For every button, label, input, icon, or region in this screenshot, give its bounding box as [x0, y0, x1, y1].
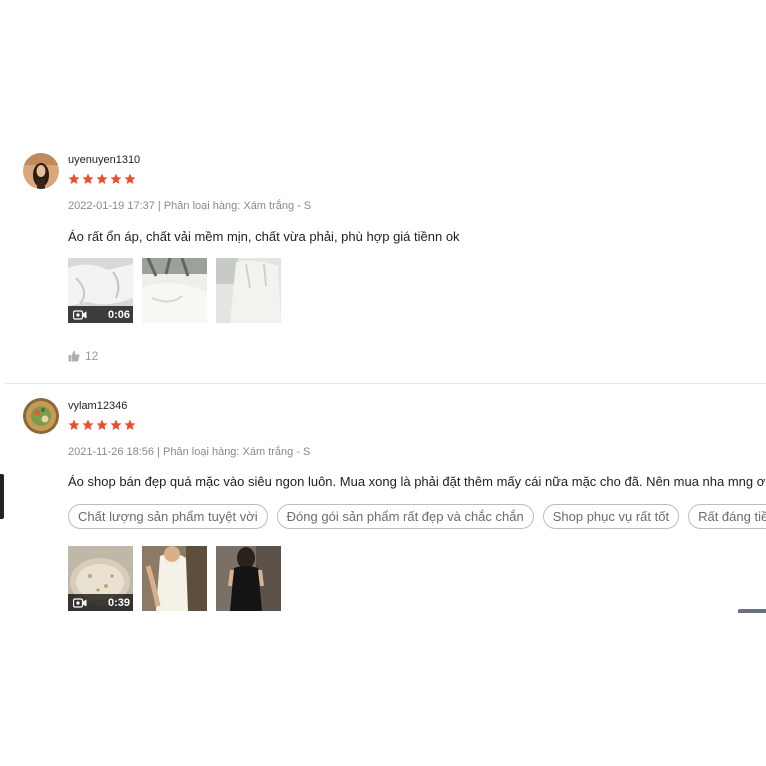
review-divider	[5, 383, 766, 384]
star-icon	[110, 419, 122, 430]
star-icon	[110, 173, 122, 184]
video-duration-bar: 0:06	[68, 306, 133, 323]
variant-label: Phân loại hàng: Xám trắng - S	[163, 200, 312, 212]
star-icon	[124, 173, 136, 184]
review-media: 0:06	[68, 258, 281, 323]
meta-separator: |	[157, 446, 160, 458]
image-thumbnail[interactable]	[216, 258, 281, 323]
video-camera-icon	[73, 597, 87, 608]
review-tag[interactable]: Rất đáng tiền	[688, 504, 766, 529]
star-icon	[96, 173, 108, 184]
meta-separator: |	[157, 200, 161, 212]
like-count: 12	[85, 349, 99, 363]
avatar[interactable]	[23, 398, 59, 434]
video-camera-icon	[73, 309, 87, 320]
review-tag[interactable]: Chất lượng sản phẩm tuyệt vời	[68, 504, 268, 529]
review-meta: 2022-01-19 17:37 | Phân loại hàng: Xám t…	[68, 200, 311, 212]
video-duration-bar: 0:39	[68, 594, 133, 611]
scroll-handle[interactable]	[0, 474, 4, 519]
star-icon	[96, 419, 108, 430]
floating-action-button[interactable]	[738, 609, 766, 613]
image-thumbnail[interactable]	[142, 546, 207, 611]
star-icon	[68, 419, 80, 430]
review-media: 0:39	[68, 546, 281, 611]
video-duration: 0:39	[107, 596, 130, 609]
avatar[interactable]	[23, 153, 59, 189]
review-comment: Áo rất ổn áp, chất vải mềm mịn, chất vừa…	[68, 229, 460, 244]
review-meta: 2021-11-26 18:56 | Phân loại hàng: Xám t…	[68, 446, 310, 458]
video-thumbnail[interactable]: 0:06	[68, 258, 133, 323]
rating-stars	[68, 419, 136, 431]
star-icon	[82, 419, 94, 430]
image-thumbnail[interactable]	[216, 546, 281, 611]
review-tag[interactable]: Đóng gói sản phẩm rất đẹp và chắc chắn	[276, 504, 534, 529]
variant-label: Phân loại hàng: Xám trắng - S	[163, 446, 311, 458]
like-button[interactable]: 12	[68, 349, 98, 363]
star-icon	[68, 173, 80, 184]
video-thumbnail[interactable]: 0:39	[68, 546, 133, 611]
image-thumbnail[interactable]	[142, 258, 207, 323]
review-tags: Chất lượng sản phẩm tuyệt vời Đóng gói s…	[68, 504, 766, 529]
review-comment: Áo shop bán đẹp quá mặc vào siêu ngon lu…	[68, 474, 766, 489]
star-icon	[82, 173, 94, 184]
reviewer-username[interactable]: vylam12346	[68, 400, 127, 412]
review-date: 2022-01-19 17:37	[68, 200, 155, 212]
star-icon	[124, 419, 136, 430]
review-date: 2021-11-26 18:56	[68, 446, 155, 458]
thumbs-up-icon	[68, 350, 80, 362]
reviewer-username[interactable]: uyenuyen1310	[68, 154, 140, 166]
review-tag[interactable]: Shop phục vụ rất tốt	[542, 504, 680, 529]
rating-stars	[68, 173, 136, 185]
video-duration: 0:06	[107, 308, 130, 321]
